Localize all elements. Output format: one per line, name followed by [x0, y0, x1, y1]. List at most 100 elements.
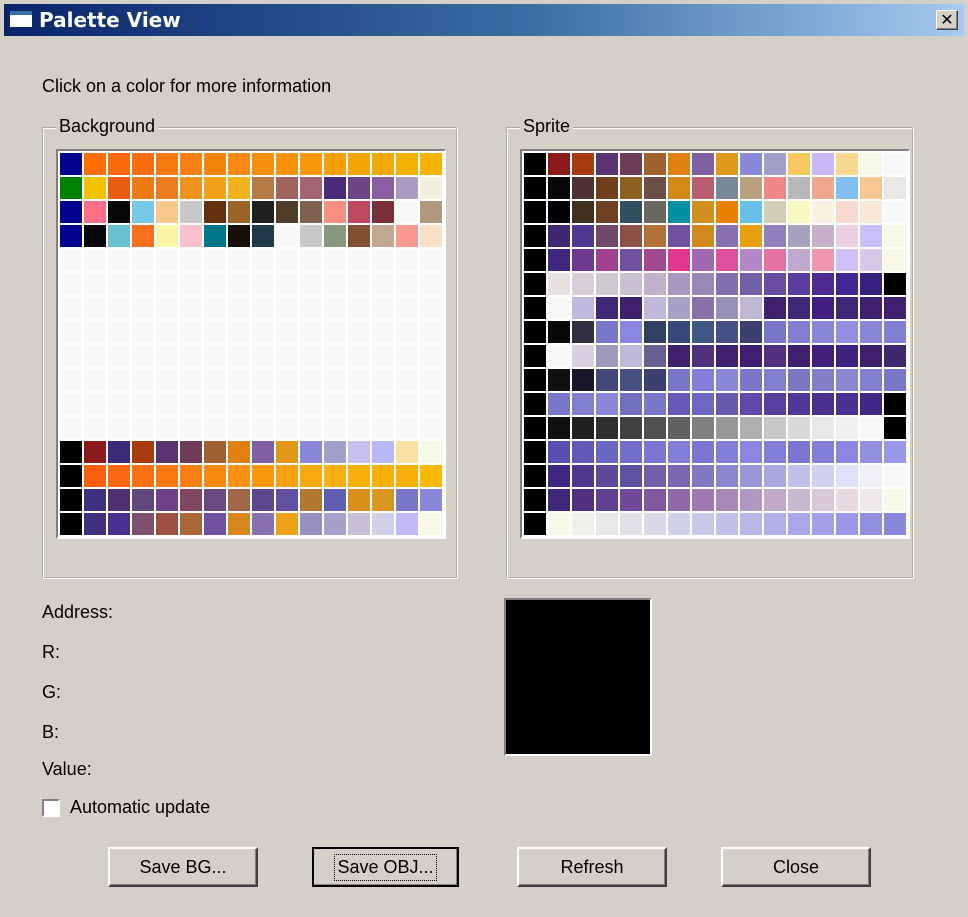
sprite-swatch[interactable]: [668, 321, 690, 343]
sprite-swatch[interactable]: [812, 441, 834, 463]
sprite-swatch[interactable]: [692, 273, 714, 295]
close-window-button[interactable]: ✕: [936, 10, 958, 30]
sprite-swatch[interactable]: [548, 249, 570, 271]
background-swatch[interactable]: [228, 417, 250, 439]
sprite-swatch[interactable]: [620, 297, 642, 319]
background-swatch[interactable]: [276, 345, 298, 367]
sprite-swatch[interactable]: [788, 201, 810, 223]
background-swatch[interactable]: [108, 393, 130, 415]
background-swatch[interactable]: [324, 369, 346, 391]
sprite-swatch[interactable]: [572, 345, 594, 367]
sprite-swatch[interactable]: [572, 489, 594, 511]
background-swatch[interactable]: [84, 393, 106, 415]
background-swatch[interactable]: [276, 417, 298, 439]
sprite-swatch[interactable]: [764, 489, 786, 511]
sprite-swatch[interactable]: [884, 225, 906, 247]
sprite-swatch[interactable]: [836, 249, 858, 271]
background-swatch[interactable]: [60, 153, 82, 175]
sprite-swatch[interactable]: [692, 369, 714, 391]
background-swatch[interactable]: [396, 513, 418, 535]
sprite-swatch[interactable]: [860, 297, 882, 319]
sprite-swatch[interactable]: [884, 153, 906, 175]
sprite-swatch[interactable]: [788, 177, 810, 199]
background-swatch[interactable]: [204, 369, 226, 391]
sprite-swatch[interactable]: [596, 225, 618, 247]
background-swatch[interactable]: [60, 273, 82, 295]
background-swatch[interactable]: [132, 345, 154, 367]
background-swatch[interactable]: [420, 177, 442, 199]
background-swatch[interactable]: [108, 201, 130, 223]
sprite-swatch[interactable]: [548, 465, 570, 487]
background-swatch[interactable]: [348, 273, 370, 295]
sprite-swatch[interactable]: [620, 201, 642, 223]
background-swatch[interactable]: [300, 153, 322, 175]
sprite-swatch[interactable]: [716, 153, 738, 175]
background-swatch[interactable]: [372, 321, 394, 343]
background-swatch[interactable]: [252, 201, 274, 223]
background-swatch[interactable]: [84, 177, 106, 199]
background-swatch[interactable]: [348, 441, 370, 463]
background-swatch[interactable]: [372, 489, 394, 511]
sprite-swatch[interactable]: [668, 369, 690, 391]
background-swatch[interactable]: [276, 249, 298, 271]
sprite-swatch[interactable]: [644, 225, 666, 247]
sprite-swatch[interactable]: [668, 273, 690, 295]
background-swatch[interactable]: [372, 201, 394, 223]
background-swatch[interactable]: [228, 153, 250, 175]
sprite-swatch[interactable]: [572, 369, 594, 391]
background-swatch[interactable]: [180, 201, 202, 223]
background-swatch[interactable]: [372, 225, 394, 247]
background-swatch[interactable]: [228, 273, 250, 295]
background-swatch[interactable]: [60, 465, 82, 487]
background-swatch[interactable]: [324, 417, 346, 439]
background-swatch[interactable]: [108, 273, 130, 295]
sprite-swatch[interactable]: [572, 321, 594, 343]
background-swatch[interactable]: [180, 513, 202, 535]
sprite-swatch[interactable]: [644, 441, 666, 463]
sprite-swatch[interactable]: [764, 297, 786, 319]
background-swatch[interactable]: [324, 249, 346, 271]
background-swatch[interactable]: [396, 273, 418, 295]
sprite-swatch[interactable]: [836, 177, 858, 199]
background-swatch[interactable]: [252, 417, 274, 439]
sprite-swatch[interactable]: [620, 393, 642, 415]
background-swatch[interactable]: [396, 249, 418, 271]
background-swatch[interactable]: [180, 441, 202, 463]
background-swatch[interactable]: [60, 201, 82, 223]
sprite-swatch[interactable]: [620, 465, 642, 487]
sprite-swatch[interactable]: [884, 441, 906, 463]
background-swatch[interactable]: [300, 225, 322, 247]
sprite-swatch[interactable]: [668, 249, 690, 271]
sprite-swatch[interactable]: [836, 321, 858, 343]
sprite-swatch[interactable]: [548, 225, 570, 247]
background-swatch[interactable]: [396, 201, 418, 223]
sprite-swatch[interactable]: [620, 345, 642, 367]
sprite-swatch[interactable]: [596, 345, 618, 367]
background-swatch[interactable]: [132, 249, 154, 271]
sprite-swatch[interactable]: [692, 393, 714, 415]
background-swatch[interactable]: [60, 417, 82, 439]
sprite-swatch[interactable]: [596, 465, 618, 487]
sprite-swatch[interactable]: [836, 345, 858, 367]
background-swatch[interactable]: [252, 273, 274, 295]
background-swatch[interactable]: [60, 393, 82, 415]
sprite-swatch[interactable]: [716, 345, 738, 367]
sprite-swatch[interactable]: [692, 249, 714, 271]
sprite-swatch[interactable]: [524, 297, 546, 319]
sprite-swatch[interactable]: [524, 441, 546, 463]
sprite-swatch[interactable]: [884, 489, 906, 511]
sprite-swatch[interactable]: [548, 369, 570, 391]
sprite-swatch[interactable]: [716, 441, 738, 463]
background-swatch[interactable]: [396, 225, 418, 247]
background-swatch[interactable]: [204, 321, 226, 343]
background-swatch[interactable]: [84, 249, 106, 271]
background-swatch[interactable]: [396, 369, 418, 391]
background-swatch[interactable]: [204, 201, 226, 223]
sprite-swatch[interactable]: [740, 417, 762, 439]
sprite-swatch[interactable]: [692, 321, 714, 343]
background-swatch[interactable]: [252, 321, 274, 343]
sprite-swatch[interactable]: [644, 345, 666, 367]
sprite-swatch[interactable]: [548, 201, 570, 223]
sprite-swatch[interactable]: [572, 513, 594, 535]
background-swatch[interactable]: [420, 417, 442, 439]
